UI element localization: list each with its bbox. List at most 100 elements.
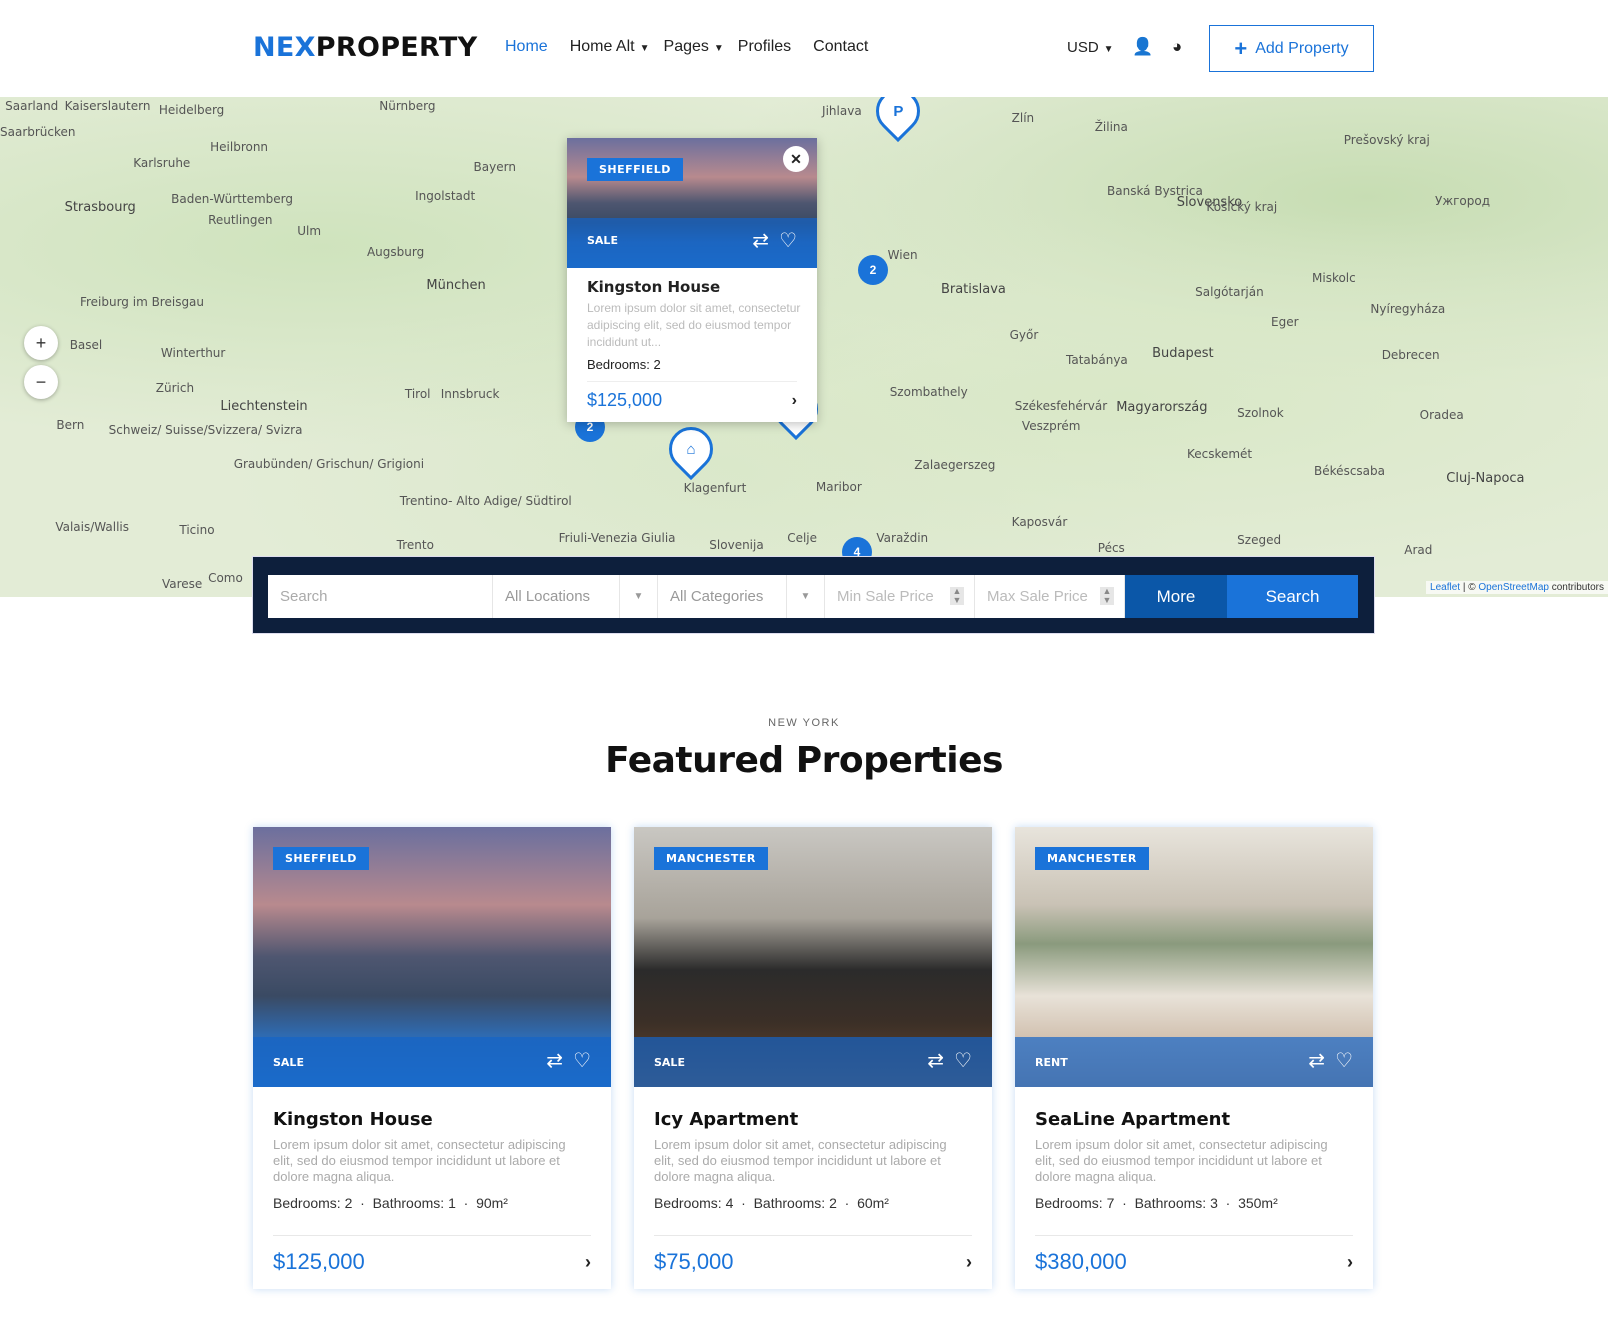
map-label: Oradea <box>1419 407 1464 422</box>
map-label: Veszprém <box>1021 418 1081 433</box>
status-label: RENT <box>1035 1056 1068 1069</box>
heart-icon[interactable]: ♡ <box>573 1048 591 1073</box>
property-card: SHEFFIELD SALE ⇄ ♡ Kingston House Lorem i… <box>253 827 611 1289</box>
user-login-icon[interactable]: 👤 <box>1132 37 1153 57</box>
section-eyebrow: NEW YORK <box>768 717 840 729</box>
map-label: Nyíregyháza <box>1370 302 1446 316</box>
home-icon: ⌂ <box>686 440 696 458</box>
compare-icon[interactable]: ⇄ <box>546 1048 563 1073</box>
map-label: Debrecen <box>1381 348 1440 363</box>
property-image[interactable]: SHEFFIELD SALE ⇄ ♡ <box>253 827 611 1087</box>
main-nav: Home Home Alt ▼ Pages ▼ Profiles Contact <box>505 38 868 56</box>
property-image[interactable]: MANCHESTER RENT ⇄ ♡ <box>1015 827 1373 1087</box>
chevron-right-icon[interactable]: › <box>1347 1252 1353 1273</box>
currency-select[interactable]: USD ▼ <box>1067 39 1114 56</box>
property-title[interactable]: Icy Apartment <box>654 1109 798 1130</box>
map-label: Banská Bystrica <box>1107 184 1203 199</box>
chevron-right-icon[interactable]: › <box>966 1252 972 1273</box>
search-button[interactable]: Search <box>1227 575 1358 618</box>
parking-icon: P <box>892 102 904 120</box>
heart-icon[interactable]: ♡ <box>954 1048 972 1073</box>
chevron-down-icon: ▼ <box>713 43 724 54</box>
status-label: SALE <box>273 1056 304 1069</box>
popup-desc: Lorem ipsum dolor sit amet, consectetur … <box>587 301 801 349</box>
spinner-icon[interactable]: ▲ ▼ <box>1100 587 1114 605</box>
map-label: Békéscsaba <box>1314 463 1385 478</box>
more-filters-button[interactable]: More <box>1125 575 1227 618</box>
nav-home[interactable]: Home <box>505 38 548 56</box>
search-bar: Search All Locations ▼ All Categories ▼ Mi… <box>253 557 1374 633</box>
chevron-down-icon: ▼ <box>1103 44 1114 55</box>
property-desc: Lorem ipsum dolor sit amet, consectetur … <box>273 1137 566 1184</box>
logo[interactable]: NEXPROPERTY <box>253 32 477 63</box>
max-price-input[interactable]: Max Sale Price ▲ ▼ <box>975 575 1125 618</box>
map-popup-card: SHEFFIELD SALE ⇄ ♡ ✕ Kingston House Lorem… <box>567 138 817 422</box>
map-label: Eger <box>1271 315 1299 330</box>
property-title[interactable]: Kingston House <box>273 1109 433 1130</box>
map-label: Strasbourg <box>64 199 136 215</box>
chevron-right-icon[interactable]: › <box>585 1252 591 1273</box>
compare-icon[interactable]: ⇄ <box>1308 1048 1325 1073</box>
map-label: Budapest <box>1152 346 1214 362</box>
chevron-right-icon[interactable]: › <box>792 392 797 410</box>
map-label: Varese <box>161 576 203 591</box>
nav-home-alt[interactable]: Home Alt ▼ <box>570 38 650 56</box>
property-price: $75,000 <box>654 1249 734 1274</box>
spinner-icon[interactable]: ▲ ▼ <box>950 587 964 605</box>
parking-pin[interactable]: P <box>866 97 930 143</box>
heart-icon[interactable]: ♡ <box>779 228 797 253</box>
property-image[interactable]: SHEFFIELD SALE ⇄ ♡ ✕ <box>567 138 817 268</box>
map-label: Slovenija <box>709 537 764 552</box>
zoom-out-button[interactable]: − <box>24 365 58 399</box>
map-label: Szolnok <box>1237 405 1284 420</box>
map-label: Kaiserslautern <box>64 99 151 114</box>
chevron-down-icon: ▼ <box>639 43 650 54</box>
map-label: Salgótarján <box>1195 284 1264 299</box>
map-label: Ticino <box>179 523 215 538</box>
map-attribution: Leaflet | © OpenStreetMap contributors <box>1426 581 1608 594</box>
popup-title[interactable]: Kingston House <box>587 278 720 296</box>
compare-icon[interactable]: ⇄ <box>752 228 769 253</box>
compare-icon[interactable]: ⇄ <box>927 1048 944 1073</box>
close-icon[interactable]: ✕ <box>783 146 809 172</box>
map-label: Nürnberg <box>379 99 436 114</box>
map-label: Prešovský kraj <box>1343 132 1430 147</box>
map-label: Zalaegerszeg <box>914 457 996 472</box>
location-badge: MANCHESTER <box>654 847 768 870</box>
property-meta: Bedrooms: 2 · Bathrooms: 1 · 90m² <box>273 1195 508 1211</box>
map-label: Wien <box>887 247 918 262</box>
map-label: Celje <box>787 530 817 545</box>
location-select[interactable]: All Locations ▼ <box>493 575 658 618</box>
map-label: Schweiz/ Suisse/Svizzera/ Svizra <box>108 422 303 437</box>
map-label: Freiburg im Breisgau <box>79 294 205 309</box>
property-title[interactable]: SeaLine Apartment <box>1035 1109 1230 1130</box>
map-label: Reutlingen <box>208 212 273 227</box>
map-cluster[interactable]: 2 <box>858 255 888 285</box>
map-label: Szeged <box>1237 532 1282 547</box>
map-label: Como <box>208 570 243 585</box>
category-select[interactable]: All Categories ▼ <box>658 575 825 618</box>
nav-pages[interactable]: Pages ▼ <box>664 38 724 56</box>
heart-icon[interactable]: ♡ <box>1335 1048 1353 1073</box>
map-label: Kecskemét <box>1186 446 1253 461</box>
map-label: Jihlava <box>822 104 862 119</box>
dashboard-icon[interactable]: ◕ <box>1172 37 1182 57</box>
property-image[interactable]: MANCHESTER SALE ⇄ ♡ <box>634 827 992 1087</box>
min-price-input[interactable]: Min Sale Price ▲ ▼ <box>825 575 975 618</box>
map-label: Ulm <box>297 224 322 239</box>
popup-price: $125,000 <box>587 390 663 410</box>
map-label: Klagenfurt <box>683 481 747 496</box>
map-label: Maribor <box>815 480 862 495</box>
search-input[interactable]: Search <box>268 575 493 618</box>
map-label: Varaždin <box>876 530 929 545</box>
add-property-button[interactable]: + Add Property <box>1209 25 1374 72</box>
nav-contact[interactable]: Contact <box>813 38 868 56</box>
map-label: München <box>426 278 486 294</box>
plus-icon: + <box>1234 35 1248 61</box>
zoom-in-button[interactable]: + <box>24 326 58 360</box>
location-badge: SHEFFIELD <box>273 847 369 870</box>
map-label: Ужгород <box>1435 194 1491 209</box>
chevron-down-icon: ▼ <box>619 575 657 618</box>
nav-profiles[interactable]: Profiles <box>738 38 791 56</box>
house-pin[interactable]: ⌂ <box>659 417 723 481</box>
